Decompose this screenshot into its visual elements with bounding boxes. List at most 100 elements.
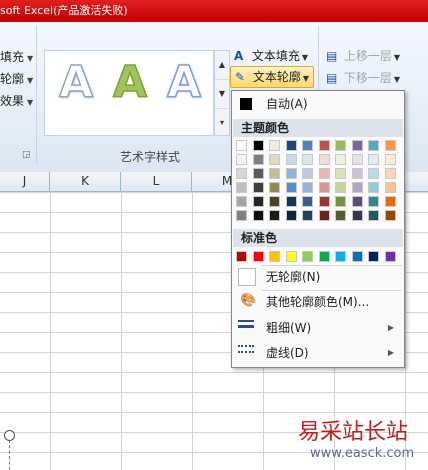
theme-color-swatch[interactable] — [269, 168, 280, 179]
theme-color-swatch[interactable] — [335, 168, 346, 179]
theme-color-swatch[interactable] — [236, 210, 247, 221]
theme-color-swatch[interactable] — [384, 154, 396, 165]
theme-color-swatch[interactable] — [236, 182, 247, 193]
theme-color-swatch[interactable] — [236, 168, 247, 179]
theme-color-swatch[interactable] — [384, 168, 396, 179]
theme-color-swatch[interactable] — [302, 210, 313, 221]
theme-color-swatch[interactable] — [252, 182, 264, 193]
theme-color-swatch[interactable] — [384, 182, 396, 193]
text-outline-button[interactable]: ✎ 文本轮廓 ▼ — [230, 66, 314, 88]
menu-item-automatic[interactable]: 自动(A) — [232, 93, 404, 115]
gallery-down-icon[interactable]: ▼ — [215, 80, 229, 109]
bring-forward-button[interactable]: ▤ 上移一层 ▼ — [326, 46, 400, 66]
shape-outline-button[interactable]: 轮廓 ▼ — [0, 70, 33, 88]
theme-color-swatch[interactable] — [351, 196, 363, 207]
theme-color-swatch[interactable] — [302, 196, 313, 207]
theme-color-swatch[interactable] — [285, 168, 297, 179]
standard-color-swatch[interactable] — [236, 251, 247, 262]
theme-color-swatch[interactable] — [335, 154, 346, 165]
standard-color-swatch[interactable] — [335, 251, 346, 262]
theme-color-swatch[interactable] — [351, 154, 363, 165]
standard-color-swatch[interactable] — [368, 251, 379, 262]
theme-color-swatch[interactable] — [384, 196, 396, 207]
text-fill-button[interactable]: A 文本填充 ▼ — [234, 46, 308, 66]
menu-item-no-outline[interactable]: 无轮廓(N) — [232, 266, 404, 288]
standard-color-swatch[interactable] — [252, 251, 264, 262]
theme-color-swatch[interactable] — [384, 140, 396, 151]
gallery-more-icon[interactable]: ▾ — [215, 109, 229, 137]
watermark-brand: 易采站长站 — [298, 420, 409, 445]
gallery-up-icon[interactable]: ▲ — [215, 51, 229, 80]
shape-effects-button[interactable]: 效果 ▼ — [0, 92, 33, 110]
theme-colors-header: 主题颜色 — [233, 119, 403, 137]
theme-color-swatch[interactable] — [252, 196, 264, 207]
theme-color-swatch[interactable] — [285, 154, 297, 165]
menu-item-weight[interactable]: 粗细(W) ▶ — [232, 317, 404, 339]
theme-color-swatch[interactable] — [351, 210, 363, 221]
theme-color-swatch[interactable] — [302, 168, 313, 179]
theme-color-swatch[interactable] — [236, 154, 247, 165]
shape-fill-button[interactable]: 填充 ▼ — [0, 48, 33, 66]
theme-color-swatch[interactable] — [302, 154, 313, 165]
wordart-style-3[interactable]: A — [166, 55, 202, 111]
theme-color-swatch[interactable] — [384, 210, 396, 221]
wordart-style-gallery[interactable]: A A A — [44, 50, 214, 136]
menu-item-more-colors[interactable]: 其他轮廓颜色(M)... — [232, 291, 404, 313]
standard-color-swatch[interactable] — [285, 251, 297, 262]
standard-color-swatch[interactable] — [269, 251, 280, 262]
theme-color-swatch[interactable] — [318, 182, 330, 193]
bring-forward-label: 上移一层 — [343, 49, 392, 63]
menu-item-dashes[interactable]: 虚线(D) ▶ — [232, 342, 404, 364]
chevron-down-icon: ▼ — [393, 53, 400, 62]
theme-color-swatch[interactable] — [335, 196, 346, 207]
theme-color-swatch[interactable] — [351, 168, 363, 179]
theme-color-swatch[interactable] — [236, 196, 247, 207]
theme-color-swatch[interactable] — [368, 140, 379, 151]
theme-color-swatch[interactable] — [252, 168, 264, 179]
standard-color-swatch[interactable] — [318, 251, 330, 262]
theme-color-swatch[interactable] — [351, 140, 363, 151]
theme-color-swatch[interactable] — [368, 210, 379, 221]
theme-color-swatch[interactable] — [269, 196, 280, 207]
wordart-style-1[interactable]: A — [58, 55, 94, 111]
theme-color-swatch[interactable] — [318, 168, 330, 179]
theme-color-swatch[interactable] — [368, 196, 379, 207]
theme-color-swatch[interactable] — [335, 210, 346, 221]
theme-color-swatch[interactable] — [335, 182, 346, 193]
theme-color-swatch[interactable] — [318, 154, 330, 165]
theme-color-swatch[interactable] — [335, 140, 346, 151]
theme-color-swatch[interactable] — [302, 140, 313, 151]
theme-color-swatch[interactable] — [252, 210, 264, 221]
rotation-handle[interactable] — [4, 430, 15, 441]
theme-color-swatch[interactable] — [302, 182, 313, 193]
theme-color-swatch[interactable] — [318, 140, 330, 151]
theme-color-swatch[interactable] — [236, 140, 247, 151]
theme-color-swatch[interactable] — [285, 196, 297, 207]
theme-color-swatch[interactable] — [285, 140, 297, 151]
theme-color-swatch[interactable] — [368, 182, 379, 193]
theme-color-swatch[interactable] — [368, 168, 379, 179]
wordart-style-2[interactable]: A — [112, 55, 148, 111]
theme-color-swatch[interactable] — [368, 154, 379, 165]
theme-color-swatch[interactable] — [285, 210, 297, 221]
theme-color-swatch[interactable] — [285, 182, 297, 193]
theme-color-swatch[interactable] — [269, 154, 280, 165]
theme-color-swatch[interactable] — [318, 196, 330, 207]
column-header-j[interactable]: J — [0, 172, 50, 191]
theme-color-swatch[interactable] — [318, 210, 330, 221]
theme-color-swatch[interactable] — [351, 182, 363, 193]
theme-color-swatch[interactable] — [269, 182, 280, 193]
standard-color-swatch[interactable] — [384, 251, 396, 262]
send-backward-button[interactable]: ▤ 下移一层 ▼ — [326, 68, 400, 88]
standard-color-swatch[interactable] — [351, 251, 363, 262]
theme-color-swatch[interactable] — [252, 140, 264, 151]
dialog-launcher-icon[interactable]: ◲ — [22, 150, 31, 160]
standard-color-swatch[interactable] — [302, 251, 313, 262]
column-header-l[interactable]: L — [121, 172, 192, 191]
text-outline-label: 文本轮廓 — [252, 70, 301, 84]
column-header-k[interactable]: K — [50, 172, 121, 191]
theme-color-swatch[interactable] — [269, 140, 280, 151]
theme-color-swatch[interactable] — [269, 210, 280, 221]
text-fill-icon: A — [234, 49, 244, 63]
theme-color-swatch[interactable] — [252, 154, 264, 165]
